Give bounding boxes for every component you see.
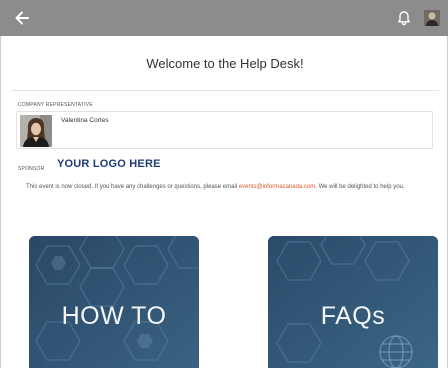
- help-desk-page: Welcome to the Help Desk! COMPANY REPRES…: [0, 36, 448, 368]
- representative-card[interactable]: Valentina Cortes: [16, 111, 433, 149]
- how-to-label: HOW TO: [61, 302, 167, 330]
- representative-avatar: [20, 115, 52, 147]
- sponsor-section-label: SPONSOR: [18, 166, 45, 172]
- title-divider: [11, 90, 439, 91]
- representative-section-label: COMPANY REPRESENTATIVE: [18, 102, 93, 108]
- notice-text-end: . We will be delighted to help you.: [315, 184, 405, 190]
- sponsor-logo[interactable]: YOUR LOGO HERE: [57, 158, 161, 170]
- bell-icon: [398, 11, 410, 26]
- notifications-button[interactable]: [395, 9, 413, 27]
- back-button[interactable]: [12, 8, 32, 28]
- support-email-link[interactable]: events@informacanada.com: [239, 184, 315, 190]
- faqs-tile[interactable]: FAQs: [268, 236, 438, 368]
- top-app-bar: [0, 0, 448, 36]
- faqs-label: FAQs: [320, 302, 386, 330]
- profile-button[interactable]: [423, 9, 441, 27]
- representative-name: Valentina Cortes: [61, 117, 109, 124]
- event-closed-notice: This event is now closed. If you have an…: [26, 182, 426, 192]
- profile-icon: [424, 10, 440, 26]
- arrow-left-icon: [15, 11, 29, 25]
- notice-text-start: This event is now closed. If you have an…: [26, 184, 239, 190]
- how-to-tile[interactable]: HOW TO: [29, 236, 199, 368]
- page-title: Welcome to the Help Desk!: [146, 56, 304, 71]
